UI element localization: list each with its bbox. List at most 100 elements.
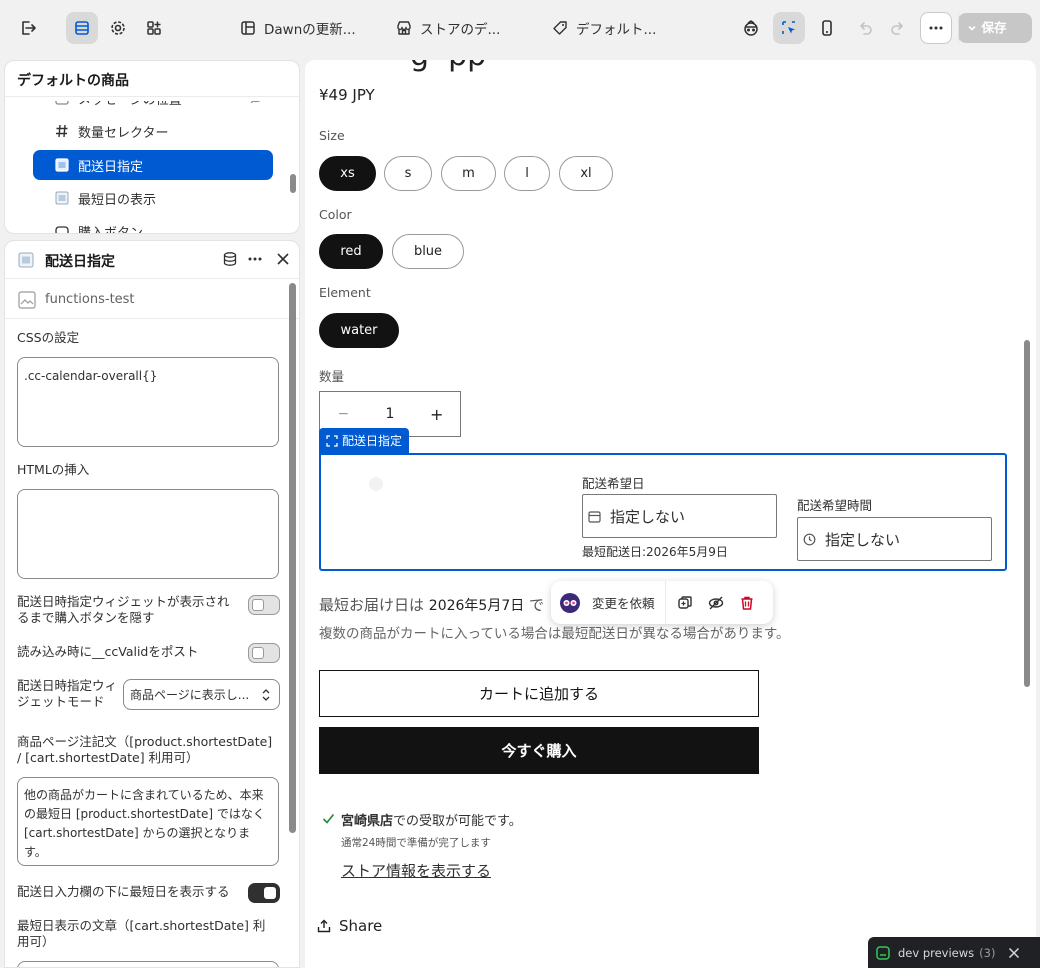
pickup-time: 通常24時間で準備が完了します (341, 837, 491, 849)
pickup-availability: 宮崎県店での受取が可能です。 (341, 810, 522, 829)
settings-scrollbar[interactable] (289, 283, 296, 833)
html-label: HTMLの挿入 (17, 462, 90, 477)
select-cursor-icon[interactable] (773, 12, 805, 44)
size-option-l[interactable]: l (504, 156, 550, 191)
calendar-icon (588, 510, 601, 523)
product-price: ¥49 JPY (319, 86, 375, 104)
size-label: Size (319, 128, 345, 143)
undo-icon[interactable] (849, 12, 881, 44)
request-change-button[interactable]: 変更を依頼 (592, 593, 655, 612)
dev-previews-badge[interactable]: dev previews (3) (868, 937, 1040, 968)
quantity-value[interactable]: 1 (367, 406, 414, 422)
time-input[interactable]: 指定しない (797, 517, 992, 561)
pickup-store: 宮崎県店 (341, 814, 394, 829)
element-option-water[interactable]: water (319, 313, 399, 348)
post-valid-toggle[interactable] (248, 643, 280, 663)
show-shortest-label: 配送日入力欄の下に最短日を表示する (17, 884, 230, 899)
tree-item-buy-button[interactable]: 購入ボタン (33, 216, 273, 233)
share-icon (317, 919, 331, 933)
tree-item-label: 最短日の表示 (78, 192, 157, 208)
save-button[interactable]: 保存 (958, 13, 1032, 43)
buy-now-button[interactable]: 今すぐ購入 (319, 727, 759, 774)
delivery-date-block[interactable]: 配送希望日 指定しない 最短配送日:2026年5月9日 配送希望時間 指定しない (319, 453, 1007, 571)
dev-previews-label: dev previews (898, 945, 975, 960)
pickup-text: での受取が可能です。 (393, 814, 522, 829)
close-icon[interactable] (275, 251, 291, 267)
mobile-icon[interactable] (811, 12, 843, 44)
show-shortest-toggle[interactable] (248, 883, 280, 903)
earliest-delivery-text: 最短お届け日は 2026年5月7日 で (319, 594, 544, 615)
apps-icon[interactable] (138, 12, 170, 44)
block-settings-panel: 配送日指定 functions-test CSSの設定 .cc-calendar… (4, 240, 300, 968)
tree-title: デフォルトの商品 (17, 73, 129, 89)
tree-item-delivery-date[interactable]: 配送日指定 (33, 150, 273, 180)
block-floating-toolbar: 変更を依頼 (551, 581, 773, 624)
hash-icon (55, 124, 69, 138)
template-selector-label: デフォルト... (576, 22, 657, 38)
css-textarea[interactable]: .cc-calendar-overall{} (17, 357, 279, 447)
element-label: Element (319, 285, 371, 300)
note-textarea[interactable]: 他の商品がカートに含まれているため、本来の最短日 [product.shorte… (17, 777, 279, 866)
share-button[interactable]: Share (317, 917, 382, 935)
selected-block-tag-label: 配送日指定 (342, 434, 403, 448)
hidden-eye-icon[interactable] (249, 101, 263, 105)
duplicate-icon[interactable] (677, 595, 693, 611)
tag-icon (552, 20, 568, 36)
store-info-link[interactable]: ストア情報を表示する (341, 860, 491, 881)
hide-buy-label: 配送日時指定ウィジェットが表示されるまで購入ボタンを隠す (17, 594, 230, 625)
earliest-prefix: 最短お届け日は (319, 596, 425, 614)
color-option-blue[interactable]: blue (392, 234, 464, 269)
store-selector-label: ストアのデ... (420, 22, 501, 38)
loading-dot (369, 477, 383, 491)
hide-buy-toggle[interactable] (248, 595, 280, 615)
tree-item-label: 配送日指定 (78, 159, 144, 175)
more-options-icon[interactable] (247, 251, 263, 267)
html-textarea[interactable] (17, 489, 279, 579)
tree-item-label: メッセージの位置 (78, 92, 182, 108)
tree-item-shortest-date[interactable]: 最短日の表示 (33, 183, 273, 213)
add-to-cart-button[interactable]: カートに追加する (319, 670, 759, 717)
size-option-m[interactable]: m (441, 156, 496, 191)
size-option-xs[interactable]: xs (319, 156, 376, 191)
save-button-label: 保存 (981, 20, 1007, 35)
app-name: functions-test (45, 292, 135, 307)
tree-item-quantity-selector[interactable]: 数量セレクター (33, 116, 273, 146)
date-input[interactable]: 指定しない (582, 494, 777, 538)
date-input-value: 指定しない (610, 507, 686, 526)
app-avatar-icon (559, 592, 581, 614)
earliest-suffix: で (529, 596, 545, 614)
shortest-text-textarea[interactable] (17, 961, 279, 967)
note-label: 商品ページ注記文（[product.shortestDate] / [cart.… (17, 734, 273, 765)
exit-icon[interactable] (12, 12, 44, 44)
theme-selector[interactable]: Dawnの更新... (240, 12, 356, 44)
stack-icon[interactable] (222, 251, 238, 267)
sections-icon[interactable] (66, 12, 98, 44)
inspector-icon[interactable] (735, 12, 767, 44)
size-option-xl[interactable]: xl (559, 156, 613, 191)
color-label: Color (319, 207, 352, 222)
earliest-date: 2026年5月7日 (428, 598, 525, 614)
product-title-cut: g pp (410, 60, 486, 73)
mode-select[interactable]: 商品ページに表示し... (123, 679, 280, 710)
redo-icon[interactable] (882, 12, 914, 44)
color-option-red[interactable]: red (319, 234, 383, 269)
gear-icon[interactable] (102, 12, 134, 44)
preview-scrollbar[interactable] (1024, 340, 1030, 687)
broken-image-icon (18, 291, 36, 309)
trash-icon[interactable] (739, 595, 755, 611)
checkmark-icon (322, 812, 335, 825)
quantity-plus-button[interactable]: + (413, 405, 460, 424)
quantity-minus-button[interactable]: − (320, 406, 367, 422)
size-option-s[interactable]: s (384, 156, 432, 191)
more-options-icon[interactable] (920, 12, 952, 44)
date-label: 配送希望日 (582, 476, 645, 491)
template-selector[interactable]: デフォルト... (552, 12, 656, 44)
select-frame-icon (326, 434, 338, 447)
shortest-note: 最短配送日:2026年5月9日 (582, 545, 728, 559)
selected-block-tag[interactable]: 配送日指定 (319, 428, 410, 453)
close-icon[interactable] (1008, 947, 1020, 959)
hide-eye-icon[interactable] (708, 595, 724, 611)
store-selector[interactable]: ストアのデ... (396, 12, 500, 44)
tree-scrollbar[interactable] (290, 174, 296, 193)
time-label: 配送希望時間 (797, 498, 873, 513)
